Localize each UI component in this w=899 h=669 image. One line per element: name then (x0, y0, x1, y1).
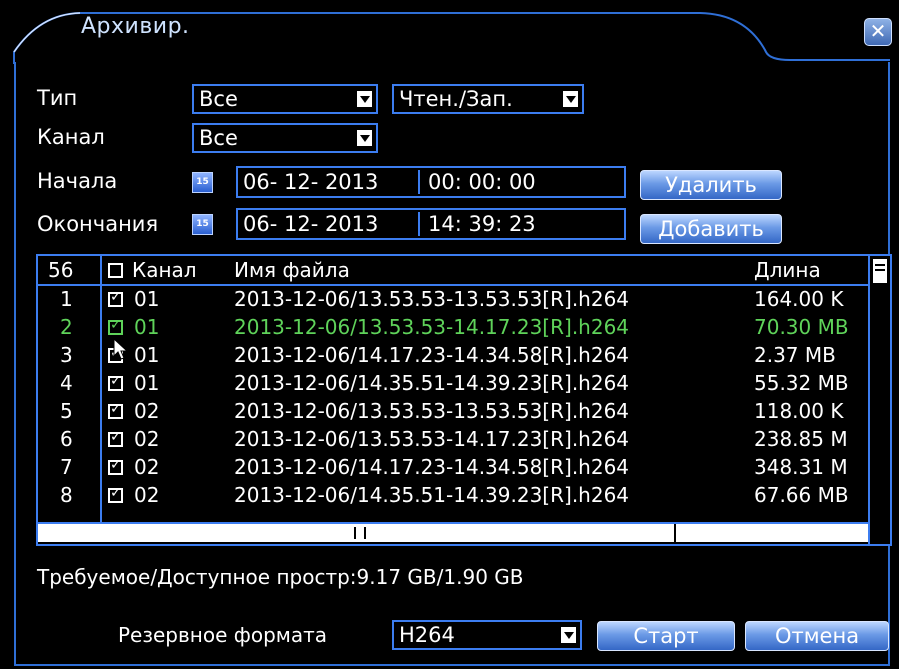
delete-button[interactable]: Удалить (640, 170, 782, 200)
end-date-value[interactable]: 06- 12- 2013 (243, 212, 378, 236)
backup-format-value: H264 (399, 623, 455, 647)
mode-select[interactable]: Чтен./Зап. (392, 84, 584, 114)
start-time-value[interactable]: 00: 00: 00 (428, 170, 536, 194)
mode-select-value: Чтен./Зап. (399, 87, 513, 111)
row-channel: 01 (134, 371, 160, 395)
calendar-icon[interactable]: 15 (192, 172, 213, 193)
row-filename: 2013-12-06/14.17.23-14.34.58[R].h264 (234, 455, 630, 479)
type-select-value: Все (199, 87, 238, 111)
select-all-checkbox[interactable] (108, 263, 123, 278)
row-length: 2.37 MB (754, 343, 836, 367)
row-checkbox[interactable] (108, 401, 123, 419)
scroll-thumb[interactable] (872, 258, 888, 284)
row-checkbox[interactable] (108, 373, 123, 391)
type-select[interactable]: Все (192, 84, 378, 114)
title-bar: Архивир. ✕ (0, 0, 899, 64)
table-row[interactable]: 7 02 2013-12-06/14.17.23-14.34.58[R].h264 3… (38, 454, 868, 481)
backup-format-select[interactable]: H264 (392, 620, 582, 650)
row-filename: 2013-12-06/13.53.53-13.53.53[R].h264 (234, 399, 630, 423)
table-row[interactable]: 4 01 2013-12-06/14.35.51-14.39.23[R].h264 5… (38, 370, 868, 397)
row-length: 55.32 MB (754, 371, 849, 395)
calendar-icon[interactable]: 15 (192, 214, 213, 235)
window-title: Архивир. (81, 14, 190, 39)
cancel-button[interactable]: Отмена (745, 621, 889, 651)
file-rows: 1 01 2013-12-06/13.53.53-13.53.53[R].h264 1… (38, 286, 868, 516)
start-button[interactable]: Старт (597, 621, 735, 651)
table-row[interactable]: 6 02 2013-12-06/13.53.53-14.17.23[R].h264 2… (38, 426, 868, 453)
vertical-scrollbar[interactable] (868, 256, 890, 544)
end-time-value[interactable]: 14: 39: 23 (428, 212, 536, 236)
header-filename[interactable]: Имя файла (234, 258, 350, 282)
row-length: 70.30 MB (754, 315, 849, 339)
row-channel: 01 (134, 287, 160, 311)
row-channel: 02 (134, 427, 160, 451)
row-channel: 01 (134, 343, 160, 367)
row-number: 6 (60, 427, 73, 451)
type-label: Тип (37, 86, 78, 110)
row-channel: 02 (134, 455, 160, 479)
row-filename: 2013-12-06/13.53.53-14.17.23[R].h264 (234, 427, 630, 451)
header-channel[interactable]: Канал (132, 258, 197, 282)
row-number: 7 (60, 455, 73, 479)
horizontal-scroll-thumb[interactable] (38, 524, 676, 542)
space-info: Требуемое/Доступное простр:9.17 GB/1.90 … (37, 565, 524, 589)
row-length: 118.00 K (754, 399, 844, 423)
channel-select-value: Все (199, 126, 238, 150)
row-filename: 2013-12-06/13.53.53-13.53.53[R].h264 (234, 287, 630, 311)
row-checkbox[interactable] (108, 317, 123, 335)
row-length: 238.85 M (754, 427, 848, 451)
datetime-divider (418, 170, 420, 194)
horizontal-scrollbar[interactable] (38, 522, 868, 542)
add-button[interactable]: Добавить (640, 214, 782, 244)
row-checkbox[interactable] (108, 485, 123, 503)
row-number: 8 (60, 483, 73, 507)
row-checkbox[interactable] (108, 457, 123, 475)
chevron-down-icon (560, 626, 577, 644)
table-header: 56 Канал Имя файла Длина (38, 256, 868, 284)
channel-label: Канал (37, 125, 105, 149)
close-button[interactable]: ✕ (864, 18, 892, 46)
row-length: 67.66 MB (754, 483, 849, 507)
row-channel: 02 (134, 399, 160, 423)
chevron-down-icon (356, 129, 373, 147)
row-number: 2 (60, 315, 73, 339)
row-filename: 2013-12-06/13.53.53-14.17.23[R].h264 (234, 315, 630, 339)
table-row[interactable]: 2 01 2013-12-06/13.53.53-14.17.23[R].h264 7… (38, 314, 868, 341)
row-channel: 02 (134, 483, 160, 507)
start-date-value[interactable]: 06- 12- 2013 (243, 170, 378, 194)
chevron-down-icon (562, 90, 579, 108)
header-length[interactable]: Длина (754, 258, 821, 282)
table-row[interactable]: 1 01 2013-12-06/13.53.53-13.53.53[R].h264 1… (38, 286, 868, 313)
table-row[interactable]: 3 01 2013-12-06/14.17.23-14.34.58[R].h264 2… (38, 342, 868, 369)
channel-select[interactable]: Все (192, 123, 378, 153)
table-row[interactable]: 5 02 2013-12-06/13.53.53-13.53.53[R].h264 1… (38, 398, 868, 425)
row-number: 3 (60, 343, 73, 367)
row-filename: 2013-12-06/14.35.51-14.39.23[R].h264 (234, 483, 630, 507)
file-count: 56 (48, 258, 74, 282)
row-length: 164.00 K (754, 287, 844, 311)
row-number: 5 (60, 399, 73, 423)
archive-window: Архивир. ✕ Тип Все Чтен./Зап. Канал Все … (0, 0, 899, 669)
row-channel: 01 (134, 315, 160, 339)
row-number: 4 (60, 371, 73, 395)
end-label: Окончания (37, 212, 159, 236)
chevron-down-icon (356, 90, 373, 108)
datetime-divider (418, 212, 420, 236)
row-filename: 2013-12-06/14.17.23-14.34.58[R].h264 (234, 343, 630, 367)
row-length: 348.31 M (754, 455, 848, 479)
row-number: 1 (60, 287, 73, 311)
start-label: Начала (37, 169, 118, 193)
row-filename: 2013-12-06/14.35.51-14.39.23[R].h264 (234, 371, 630, 395)
backup-format-label: Резервное формата (118, 623, 328, 647)
table-row[interactable]: 8 02 2013-12-06/14.35.51-14.39.23[R].h264 6… (38, 482, 868, 509)
file-table: 56 Канал Имя файла Длина 1 01 2013-12-06/1… (36, 254, 892, 546)
start-datetime-field[interactable]: 06- 12- 2013 00: 00: 00 (236, 166, 626, 198)
end-datetime-field[interactable]: 06- 12- 2013 14: 39: 23 (236, 208, 626, 240)
row-checkbox[interactable] (108, 429, 123, 447)
row-checkbox[interactable] (108, 289, 123, 307)
